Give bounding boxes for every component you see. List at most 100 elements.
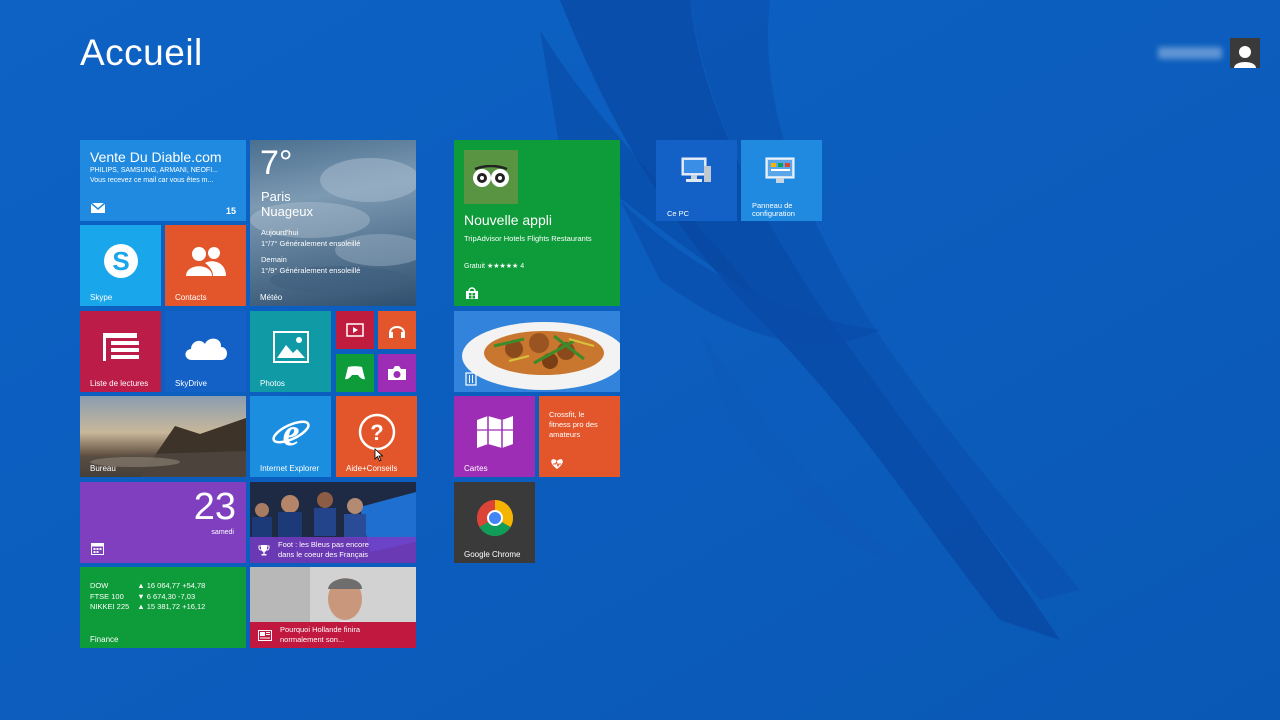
tile-mail[interactable]: Vente Du Diable.com PHILIPS, SAMSUNG, AR… [80, 140, 246, 221]
tile-help[interactable]: ? Aide+Conseils [336, 396, 417, 477]
weather-condition: Nuageux [261, 204, 314, 219]
tile-label: Photos [260, 379, 285, 388]
index-name: FTSE 100 [90, 591, 124, 601]
tile-label: Internet Explorer [260, 464, 320, 473]
trend-arrow: ▲ [137, 581, 145, 590]
tile-label: Panneau de configuration [752, 202, 795, 218]
xbox-icon [345, 366, 365, 380]
tile-skydrive[interactable]: SkyDrive [165, 311, 246, 392]
weather-city: Paris [261, 189, 291, 204]
index-change: +54,78 [182, 581, 206, 590]
index-value: 15 381,72 [146, 602, 181, 611]
sport-caption: Foot : les Bleus pas encore dans le coeu… [250, 537, 416, 563]
svg-text:S: S [112, 246, 129, 276]
tile-weather[interactable]: 7° Paris Nuageux Aujourd'hui 1°/7° Génér… [250, 140, 416, 306]
health-headline-line2: fitness pro des [549, 420, 598, 429]
question-icon: ? [358, 413, 395, 450]
camera-icon [388, 366, 406, 380]
weather-tomorrow-forecast: 1°/9° Généralement ensoleillé [261, 266, 361, 275]
user-name-blurred [1158, 47, 1222, 59]
health-headline-line1: Crossfit, le [549, 410, 585, 419]
tile-news[interactable]: Pourquoi Hollande finira normalement son… [250, 567, 416, 648]
tile-google-chrome[interactable]: Google Chrome [454, 482, 535, 563]
photo-icon [272, 330, 309, 363]
trend-arrow: ▼ [137, 591, 145, 601]
health-icon [551, 459, 563, 469]
index-name: NIKKEI 225 [90, 602, 130, 611]
health-headline-line3: amateurs [549, 430, 581, 439]
tile-calendar[interactable]: 23 samedi [80, 482, 246, 563]
tile-internet-explorer[interactable]: e Internet Explorer [250, 396, 331, 477]
tile-finance[interactable]: DOW ▲ 16 064,77 +54,78 FTSE 100 ▼ 6 674,… [80, 567, 246, 648]
index-name: DOW [90, 581, 109, 590]
avatar[interactable] [1230, 38, 1260, 68]
chrome-icon [476, 499, 513, 536]
weather-today-label: Aujourd'hui [261, 228, 299, 237]
tile-contacts[interactable]: Contacts [165, 225, 246, 306]
finance-row: NIKKEI 225 ▲ 15 381,72 +16,12 [90, 602, 213, 613]
user-account[interactable] [1158, 38, 1260, 68]
tile-sport[interactable]: Foot : les Bleus pas encore dans le coeu… [250, 482, 416, 563]
ie-icon: e [271, 412, 310, 452]
tile-label: SkyDrive [175, 379, 208, 388]
tile-games[interactable] [336, 354, 374, 392]
control-panel-icon [765, 157, 795, 183]
health-headline: Crossfit, le fitness pro des amateurs [549, 410, 598, 440]
people-icon [185, 246, 226, 276]
owl-icon [473, 165, 509, 187]
weather-location: Paris Nuageux [261, 189, 313, 219]
finance-row: DOW ▲ 16 064,77 +54,78 [90, 581, 213, 592]
food-image [454, 311, 620, 392]
tile-camera[interactable] [378, 354, 416, 392]
tile-control-panel[interactable]: Panneau de configuration [741, 140, 822, 221]
mail-sender: Vente Du Diable.com [90, 149, 222, 165]
mail-preview-line1: PHILIPS, SAMSUNG, ARMANI, NEOFI... [90, 167, 218, 174]
tile-reading-list[interactable]: Liste de lectures [80, 311, 161, 392]
map-icon [476, 415, 513, 448]
index-value: 6 674,30 [146, 591, 176, 601]
index-change: -7,03 [178, 591, 196, 601]
cloud-icon [184, 338, 227, 360]
calendar-icon [91, 543, 104, 555]
tile-desktop[interactable]: Bureau [80, 396, 246, 477]
tile-photos[interactable]: Photos [250, 311, 331, 392]
store-icon [466, 287, 478, 299]
tile-label: Google Chrome [464, 550, 521, 559]
tile-store-tripadvisor[interactable]: Nouvelle appli TripAdvisor Hotels Flight… [454, 140, 620, 306]
tripadvisor-logo [464, 150, 518, 204]
tile-label: Skype [90, 293, 113, 302]
mail-icon [91, 203, 105, 213]
tile-label: Aide+Conseils [346, 464, 398, 473]
mouse-cursor [374, 448, 384, 462]
weather-today-forecast: 1°/7° Généralement ensoleillé [261, 239, 361, 248]
tile-maps[interactable]: Cartes [454, 396, 535, 477]
tile-label: Liste de lectures [90, 379, 149, 388]
tile-this-pc[interactable]: Ce PC [656, 140, 737, 221]
tile-video[interactable] [336, 311, 374, 349]
weather-tomorrow-label: Demain [261, 255, 287, 264]
food-icon [465, 372, 477, 386]
headphones-icon [389, 326, 405, 338]
svg-text:?: ? [370, 420, 383, 445]
store-tile-title: Nouvelle appli [464, 212, 552, 228]
tile-food[interactable] [454, 311, 620, 392]
mail-count: 15 [225, 206, 236, 216]
tile-health[interactable]: Crossfit, le fitness pro des amateurs [539, 396, 620, 477]
trend-arrow: ▲ [137, 602, 145, 611]
store-app-name: TripAdvisor Hotels Flights Restaurants [464, 234, 592, 243]
trophy-icon [258, 545, 270, 556]
computer-icon [681, 157, 711, 182]
tile-skype[interactable]: S Skype [80, 225, 161, 306]
mail-preview: PHILIPS, SAMSUNG, ARMANI, NEOFI... Vous … [90, 166, 218, 186]
news-caption: Pourquoi Hollande finira normalement son… [250, 622, 416, 648]
tile-label: Bureau [90, 464, 116, 473]
tile-label: Finance [90, 635, 119, 644]
tile-label: Cartes [464, 464, 488, 473]
sport-headline-line1: Foot : les Bleus pas encore [278, 540, 369, 549]
finance-row: FTSE 100 ▼ 6 674,30 -7,03 [90, 592, 213, 603]
sport-headline-line2: dans le coeur des Français [278, 550, 369, 559]
tile-label: Contacts [175, 293, 207, 302]
tile-music[interactable] [378, 311, 416, 349]
skype-icon: S [103, 243, 138, 278]
calendar-weekday: samedi [211, 529, 234, 536]
